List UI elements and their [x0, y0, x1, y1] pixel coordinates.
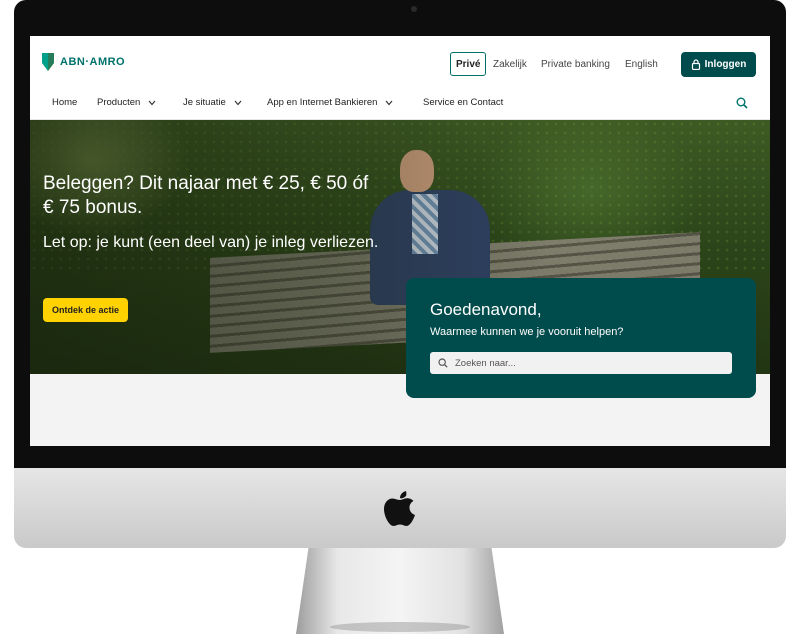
nav-item-label: Producten: [97, 97, 141, 108]
login-button[interactable]: Inloggen: [681, 52, 756, 77]
chevron-down-icon: [234, 100, 242, 105]
search-input[interactable]: Zoeken naar...: [430, 352, 732, 374]
greeting-title: Goedenavond,: [430, 300, 542, 319]
segment-private-banking[interactable]: Private banking: [536, 52, 615, 76]
main-nav: Home Producten Je situatie App en Intern…: [30, 86, 770, 120]
nav-item-producten[interactable]: Producten: [97, 97, 156, 108]
search-icon[interactable]: [736, 97, 748, 109]
top-bar: ABN·AMRO Privé Zakelijk Private banking …: [30, 36, 770, 86]
nav-item-label: App en Internet Bankieren: [267, 97, 378, 108]
imac-mockup: ABN·AMRO Privé Zakelijk Private banking …: [0, 0, 800, 634]
stand-shadow: [330, 622, 470, 632]
nav-item-home[interactable]: Home: [52, 97, 77, 108]
nav-item-label: Service en Contact: [423, 97, 504, 108]
segment-zakelijk[interactable]: Zakelijk: [488, 52, 532, 76]
segment-prive[interactable]: Privé: [450, 52, 487, 76]
nav-item-label: Je situatie: [183, 97, 226, 108]
screen: ABN·AMRO Privé Zakelijk Private banking …: [30, 36, 770, 446]
nav-item-je-situatie[interactable]: Je situatie: [183, 97, 242, 108]
nav-item-service-contact[interactable]: Service en Contact: [423, 97, 503, 108]
hero-subtitle: Let op: je kunt (een deel van) je inleg …: [43, 234, 379, 251]
apple-logo-icon: [384, 491, 415, 526]
lock-icon: [691, 59, 700, 70]
search-icon: [438, 358, 448, 368]
shield-logo-icon: [42, 53, 54, 71]
webcam: [411, 6, 417, 12]
greeting-subtitle: Waarmee kunnen we je vooruit helpen?: [430, 326, 624, 338]
monitor-chin: [14, 468, 786, 548]
brand-logo-text: ABN·AMRO: [60, 56, 126, 68]
ontdek-actie-button[interactable]: Ontdek de actie: [43, 298, 129, 322]
login-label: Inloggen: [704, 59, 747, 70]
chevron-down-icon: [385, 100, 393, 105]
nav-item-app-internet-bankieren[interactable]: App en Internet Bankieren: [267, 97, 393, 108]
segment-english[interactable]: English: [620, 52, 663, 76]
search-placeholder: Zoeken naar...: [455, 357, 516, 369]
chevron-down-icon: [148, 100, 156, 105]
greeting-card: Goedenavond, Waarmee kunnen we je voorui…: [406, 278, 756, 398]
nav-item-label: Home: [52, 97, 78, 108]
brand-logo[interactable]: ABN·AMRO: [42, 53, 125, 71]
hero-title: Beleggen? Dit najaar met € 25, € 50 óf €…: [43, 173, 369, 218]
